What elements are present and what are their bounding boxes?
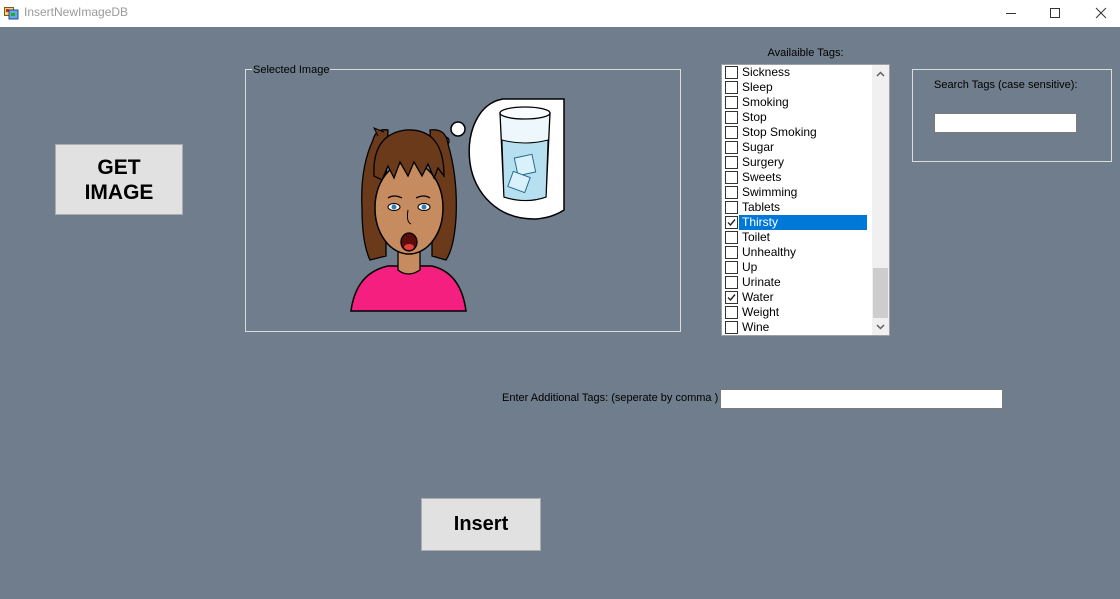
client-area: GET IMAGE Selected Image Availaible Tags…: [0, 27, 1120, 599]
additional-tags-input[interactable]: [720, 389, 1003, 409]
tag-item[interactable]: Surgery: [723, 155, 873, 170]
tag-label: Unhealthy: [742, 245, 797, 259]
tag-label: Smoking: [742, 95, 789, 109]
checkmark-icon: [727, 219, 736, 227]
tag-item[interactable]: Water: [723, 290, 873, 305]
window-title: InsertNewImageDB: [24, 5, 129, 19]
tag-item[interactable]: Wine: [723, 320, 873, 335]
tag-checkbox[interactable]: [725, 306, 738, 319]
minimize-button[interactable]: [988, 0, 1034, 25]
scroll-thumb[interactable]: [873, 268, 888, 318]
tag-list-scrollbar[interactable]: [872, 65, 889, 335]
tag-label: Sickness: [742, 65, 791, 79]
tag-checkbox[interactable]: [725, 321, 738, 334]
tag-item[interactable]: Sugar: [723, 140, 873, 155]
tag-item[interactable]: Thirsty: [723, 215, 873, 230]
maximize-icon: [1050, 7, 1060, 18]
chevron-up-icon: [876, 70, 885, 77]
tag-checkbox[interactable]: [725, 111, 738, 124]
tag-label: Urinate: [742, 275, 781, 289]
tag-checkbox[interactable]: [725, 66, 738, 79]
tag-checkbox[interactable]: [725, 261, 738, 274]
tag-item[interactable]: Swimming: [723, 185, 873, 200]
available-tags-list[interactable]: Sickness Sleep Smoking Stop Stop Smoking Suga…: [721, 64, 890, 336]
tag-label: Sleep: [742, 80, 773, 94]
search-tags-label: Search Tags (case sensitive):: [934, 79, 1078, 91]
tag-label: Wine: [742, 320, 770, 334]
tag-label: Stop Smoking: [742, 125, 817, 139]
tag-item[interactable]: Smoking: [723, 95, 873, 110]
tag-checkbox[interactable]: [725, 171, 738, 184]
tag-item[interactable]: Tablets: [723, 200, 873, 215]
search-tags-input[interactable]: [934, 113, 1077, 133]
tag-checkbox[interactable]: [725, 81, 738, 94]
minimize-icon: [1006, 12, 1016, 14]
title-bar[interactable]: InsertNewImageDB: [0, 0, 1120, 27]
tag-label: Sweets: [742, 170, 782, 184]
tag-item[interactable]: Sickness: [723, 65, 873, 80]
tag-label: Sugar: [742, 140, 775, 154]
thirsty-person: [350, 127, 467, 312]
tag-item[interactable]: Up: [723, 260, 873, 275]
tag-checkbox[interactable]: [725, 291, 738, 304]
selected-image: [348, 98, 566, 315]
tag-item[interactable]: Toilet: [723, 230, 873, 245]
tag-item[interactable]: Stop Smoking: [723, 125, 873, 140]
tag-checkbox[interactable]: [725, 96, 738, 109]
tag-checkbox[interactable]: [725, 201, 738, 214]
additional-tags-label: Enter Additional Tags: (seperate by comm…: [502, 392, 719, 404]
get-image-button[interactable]: GET IMAGE: [55, 144, 183, 215]
tag-item[interactable]: Stop: [723, 110, 873, 125]
checkmark-icon: [727, 294, 736, 302]
chevron-down-icon: [876, 323, 885, 330]
tag-item[interactable]: Unhealthy: [723, 245, 873, 260]
tag-checkbox[interactable]: [725, 156, 738, 169]
app-window: InsertNewImageDB GET IMAGE Selected Imag…: [0, 0, 1120, 599]
tag-checkbox[interactable]: [725, 231, 738, 244]
tag-checkbox[interactable]: [725, 186, 738, 199]
tag-checkbox[interactable]: [725, 126, 738, 139]
tag-label: Swimming: [742, 185, 798, 199]
app-icon: [4, 5, 19, 20]
tag-label: Thirsty: [739, 215, 867, 230]
tag-checkbox[interactable]: [725, 216, 738, 229]
tag-label: Surgery: [742, 155, 785, 169]
scroll-up-button[interactable]: [872, 65, 889, 82]
tag-item[interactable]: Sweets: [723, 170, 873, 185]
tag-label: Toilet: [742, 230, 771, 244]
scroll-down-button[interactable]: [872, 318, 889, 335]
tag-item[interactable]: Urinate: [723, 275, 873, 290]
close-button[interactable]: [1078, 0, 1120, 25]
maximize-button[interactable]: [1032, 0, 1078, 25]
tag-label: Up: [742, 260, 758, 274]
tag-label: Tablets: [742, 200, 781, 214]
tag-label: Water: [742, 290, 774, 304]
tag-item[interactable]: Sleep: [723, 80, 873, 95]
water-glass: [499, 106, 551, 202]
available-tags-title: Availaible Tags:: [767, 47, 844, 59]
tag-label: Weight: [742, 305, 780, 319]
tag-item[interactable]: Weight: [723, 305, 873, 320]
insert-button[interactable]: Insert: [421, 498, 541, 551]
close-icon: [1095, 7, 1107, 18]
tag-checkbox[interactable]: [725, 246, 738, 259]
thought-bubble-medium: [450, 121, 466, 137]
selected-image-label: Selected Image: [252, 64, 331, 76]
tag-label: Stop: [742, 110, 767, 124]
tag-checkbox[interactable]: [725, 276, 738, 289]
tag-checkbox[interactable]: [725, 141, 738, 154]
